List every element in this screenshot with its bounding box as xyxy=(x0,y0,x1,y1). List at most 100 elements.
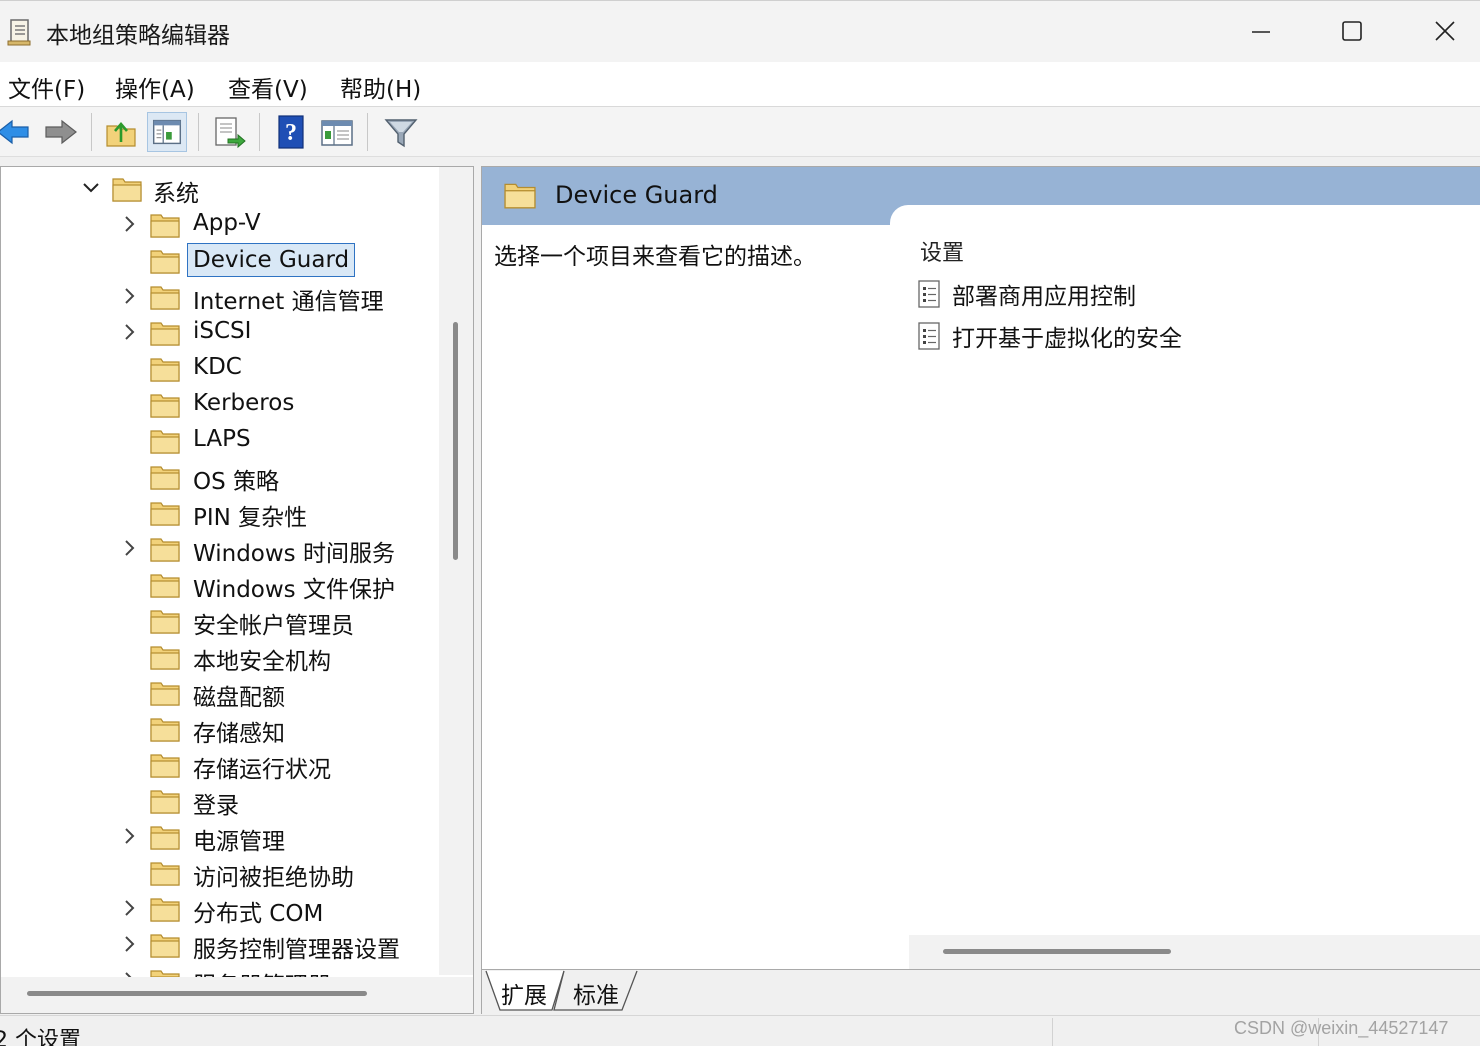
details-header-tab xyxy=(890,205,1480,235)
up-one-level-button[interactable] xyxy=(101,112,141,152)
folder-icon xyxy=(150,286,180,310)
tree-item[interactable]: LAPS xyxy=(1,423,437,457)
tree-item[interactable]: 安全帐户管理员 xyxy=(1,603,437,639)
tree-horizontal-scrollbar[interactable] xyxy=(1,977,473,1013)
tree-parent-item[interactable]: 系统 xyxy=(1,171,437,207)
chevron-right-icon[interactable] xyxy=(119,825,139,847)
tree-item[interactable]: 存储运行状况 xyxy=(1,747,437,783)
menu-help[interactable]: 帮助(H) xyxy=(340,70,421,104)
tree-item-label: Windows 时间服务 xyxy=(193,541,395,567)
window: 本地组策略编辑器 文件(F) 操作(A) 查看(V) 帮助(H) ? 系统 Ap… xyxy=(0,0,1480,1046)
details-pane: Device Guard 选择一个项目来查看它的描述。 设置 部署商用应用控制 … xyxy=(481,166,1480,970)
filter-button[interactable] xyxy=(381,112,421,152)
tree-item-label: Kerberos xyxy=(193,390,295,416)
status-bar: 2 个设置 CSDN @weixin_44527147 xyxy=(0,1015,1480,1046)
folder-icon xyxy=(150,502,180,526)
tree-item[interactable]: Kerberos xyxy=(1,387,437,421)
close-icon xyxy=(1435,21,1455,41)
tree-item[interactable]: App-V xyxy=(1,207,437,241)
tree-item[interactable]: Device Guard xyxy=(1,243,437,277)
tab-extended[interactable]: 扩展 xyxy=(501,976,547,1010)
tree-item-label: 访问被拒绝协助 xyxy=(193,865,354,891)
watermark: CSDN @weixin_44527147 xyxy=(1234,1018,1449,1038)
tree-item[interactable]: Windows 时间服务 xyxy=(1,531,437,567)
help-button[interactable]: ? xyxy=(271,112,311,152)
tree-item-label: 存储运行状况 xyxy=(193,757,331,783)
chevron-right-icon[interactable] xyxy=(119,285,139,307)
setting-row[interactable]: 部署商用应用控制 xyxy=(916,275,1416,311)
show-hide-tree-icon xyxy=(152,119,182,145)
chevron-right-icon[interactable] xyxy=(119,537,139,559)
tree-item[interactable]: Windows 文件保护 xyxy=(1,567,437,603)
folder-icon xyxy=(112,178,142,202)
tree-item-label: Device Guard xyxy=(187,243,356,277)
folder-icon xyxy=(150,718,180,742)
folder-icon xyxy=(150,322,180,346)
up-folder-icon xyxy=(106,122,136,147)
folder-icon xyxy=(150,214,180,238)
tree-vertical-scrollbar[interactable] xyxy=(439,167,473,975)
tree-item[interactable]: 服务控制管理器设置 xyxy=(1,927,437,963)
extended-view-icon xyxy=(321,120,353,146)
help-icon: ? xyxy=(278,115,304,149)
details-header-title: Device Guard xyxy=(555,181,718,209)
back-button[interactable] xyxy=(0,112,34,152)
tree-item-label: Windows 文件保护 xyxy=(193,577,395,603)
maximize-icon xyxy=(1342,21,1362,41)
folder-icon xyxy=(150,682,180,706)
tree-item[interactable]: OS 策略 xyxy=(1,459,437,495)
scroll-thumb[interactable] xyxy=(453,322,458,560)
export-list-button[interactable] xyxy=(208,112,248,152)
menu-bar: 文件(F) 操作(A) 查看(V) 帮助(H) xyxy=(0,62,1480,107)
chevron-down-icon[interactable] xyxy=(81,177,101,199)
folder-icon xyxy=(150,430,180,454)
setting-row[interactable]: 打开基于虚拟化的安全 xyxy=(916,317,1416,353)
menu-action[interactable]: 操作(A) xyxy=(115,70,195,104)
minimize-button[interactable] xyxy=(1215,1,1307,63)
menu-file[interactable]: 文件(F) xyxy=(8,70,85,104)
tree-item[interactable]: 存储感知 xyxy=(1,711,437,747)
tree-item-label: 分布式 COM xyxy=(193,901,324,927)
menu-view[interactable]: 查看(V) xyxy=(228,70,308,104)
scroll-thumb[interactable] xyxy=(943,949,1171,954)
tree-item[interactable]: 本地安全机构 xyxy=(1,639,437,675)
tree-item[interactable]: 磁盘配额 xyxy=(1,675,437,711)
folder-icon xyxy=(150,646,180,670)
column-header-settings[interactable]: 设置 xyxy=(920,235,964,267)
chevron-right-icon[interactable] xyxy=(119,933,139,955)
details-horizontal-scrollbar[interactable] xyxy=(909,935,1480,969)
tree-item-label: 本地安全机构 xyxy=(193,649,331,675)
chevron-right-icon[interactable] xyxy=(119,897,139,919)
chevron-right-icon[interactable] xyxy=(119,213,139,235)
view-tabs: 扩展 标准 xyxy=(481,970,1480,1014)
tree-item-label: KDC xyxy=(193,354,242,380)
maximize-button[interactable] xyxy=(1306,1,1398,63)
forward-button[interactable] xyxy=(40,112,80,152)
setting-label: 打开基于虚拟化的安全 xyxy=(952,326,1182,352)
tree-item-label: iSCSI xyxy=(193,318,252,344)
tree-item[interactable]: PIN 复杂性 xyxy=(1,495,437,531)
folder-icon xyxy=(150,610,180,634)
tree-item[interactable]: iSCSI xyxy=(1,315,437,349)
policy-setting-icon xyxy=(918,280,940,308)
folder-icon xyxy=(150,466,180,490)
chevron-right-icon[interactable] xyxy=(119,321,139,343)
tree-item[interactable]: 分布式 COM xyxy=(1,891,437,927)
folder-icon xyxy=(150,754,180,778)
tree-item[interactable]: 电源管理 xyxy=(1,819,437,855)
folder-icon xyxy=(150,826,180,850)
tree-item[interactable]: 登录 xyxy=(1,783,437,819)
back-arrow-icon xyxy=(0,119,29,145)
policy-editor-icon xyxy=(7,19,31,46)
tree-pane[interactable]: 系统 App-V Device Guard Internet 通信管理 iSCSI KD… xyxy=(0,166,474,1014)
show-hide-tree-button[interactable] xyxy=(147,112,187,152)
scroll-thumb[interactable] xyxy=(27,991,367,996)
window-title: 本地组策略编辑器 xyxy=(46,23,230,49)
close-button[interactable] xyxy=(1398,1,1480,63)
tree-item[interactable]: KDC xyxy=(1,351,437,385)
tree-item[interactable]: Internet 通信管理 xyxy=(1,279,437,315)
tree-item[interactable]: 访问被拒绝协助 xyxy=(1,855,437,891)
tab-standard[interactable]: 标准 xyxy=(573,976,619,1010)
tree-item-label: 磁盘配额 xyxy=(193,685,285,711)
extended-view-button[interactable] xyxy=(317,112,357,152)
